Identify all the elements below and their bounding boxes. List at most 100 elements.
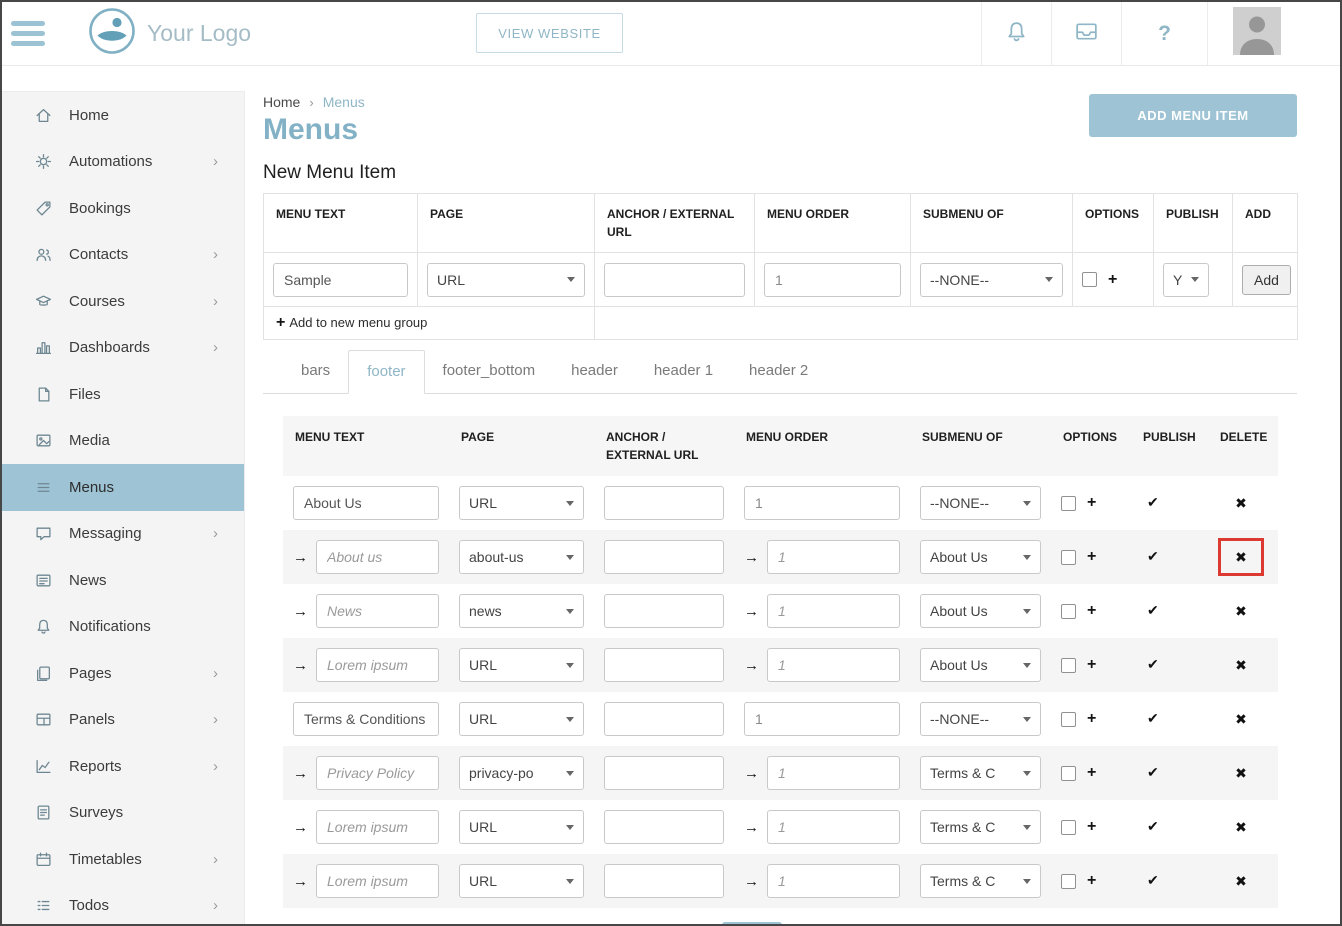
submenu-select[interactable]: About Us xyxy=(920,540,1041,574)
menu-text-input[interactable] xyxy=(316,540,439,574)
delete-button[interactable]: ✖ xyxy=(1218,646,1264,684)
delete-button[interactable]: ✖ xyxy=(1218,484,1264,522)
tab-bars[interactable]: bars xyxy=(283,350,348,393)
submenu-select[interactable]: About Us xyxy=(920,648,1041,682)
add-option-icon[interactable]: + xyxy=(1087,711,1096,727)
options-checkbox[interactable] xyxy=(1061,496,1076,511)
inbox-button[interactable] xyxy=(1051,2,1121,65)
page-select[interactable]: news xyxy=(459,594,584,628)
add-option-icon[interactable]: + xyxy=(1087,765,1096,781)
options-checkbox[interactable] xyxy=(1061,712,1076,727)
options-checkbox[interactable] xyxy=(1061,820,1076,835)
page-select[interactable]: URL xyxy=(459,648,584,682)
add-option-icon[interactable]: + xyxy=(1087,495,1096,511)
new-page-select[interactable]: URL xyxy=(427,263,585,297)
sidebar-item-dashboards[interactable]: Dashboards› xyxy=(2,325,244,372)
page-select[interactable]: URL xyxy=(459,810,584,844)
menu-order-input[interactable] xyxy=(744,702,900,736)
page-select[interactable]: URL xyxy=(459,702,584,736)
menu-order-input[interactable] xyxy=(767,864,900,898)
publish-check-icon[interactable]: ✔ xyxy=(1141,710,1159,727)
save-button[interactable]: Save xyxy=(722,922,782,924)
submenu-select[interactable]: Terms & C xyxy=(920,864,1041,898)
submenu-select[interactable]: --NONE-- xyxy=(920,702,1041,736)
menu-text-input[interactable] xyxy=(316,594,439,628)
menu-text-input[interactable] xyxy=(316,756,439,790)
hamburger-menu-icon[interactable] xyxy=(11,21,45,46)
submenu-select[interactable]: --NONE-- xyxy=(920,486,1041,520)
sidebar-item-bookings[interactable]: Bookings xyxy=(2,185,244,232)
menu-text-input[interactable] xyxy=(293,486,439,520)
anchor-input[interactable] xyxy=(604,648,724,682)
new-menu-text-input[interactable] xyxy=(273,263,408,297)
sidebar-item-panels[interactable]: Panels› xyxy=(2,697,244,744)
sidebar-item-todos[interactable]: Todos› xyxy=(2,883,244,925)
submenu-select[interactable]: Terms & C xyxy=(920,810,1041,844)
notifications-button[interactable] xyxy=(981,2,1051,65)
options-checkbox[interactable] xyxy=(1061,550,1076,565)
delete-button[interactable]: ✖ xyxy=(1218,700,1264,738)
publish-check-icon[interactable]: ✔ xyxy=(1141,494,1159,511)
sidebar-item-news[interactable]: News xyxy=(2,557,244,604)
publish-check-icon[interactable]: ✔ xyxy=(1141,602,1159,619)
publish-check-icon[interactable]: ✔ xyxy=(1141,656,1159,673)
options-checkbox[interactable] xyxy=(1061,658,1076,673)
add-to-new-menu-group-link[interactable]: Add to new menu group xyxy=(289,315,427,330)
anchor-input[interactable] xyxy=(604,756,724,790)
anchor-input[interactable] xyxy=(604,594,724,628)
sidebar-item-media[interactable]: Media xyxy=(2,418,244,465)
tab-footer[interactable]: footer xyxy=(348,350,424,394)
anchor-input[interactable] xyxy=(604,702,724,736)
add-row-button[interactable]: Add xyxy=(1242,265,1291,295)
menu-text-input[interactable] xyxy=(293,702,439,736)
sidebar-item-home[interactable]: Home xyxy=(2,92,244,139)
submenu-select[interactable]: Terms & C xyxy=(920,756,1041,790)
sidebar-item-surveys[interactable]: Surveys xyxy=(2,790,244,837)
delete-button[interactable]: ✖ xyxy=(1218,592,1264,630)
tab-header-1[interactable]: header 1 xyxy=(636,350,731,393)
sidebar-item-files[interactable]: Files xyxy=(2,371,244,418)
menu-order-input[interactable] xyxy=(767,540,900,574)
anchor-input[interactable] xyxy=(604,864,724,898)
delete-button[interactable]: ✖ xyxy=(1218,754,1264,792)
new-menu-order-input[interactable] xyxy=(764,263,901,297)
delete-button[interactable]: ✖ xyxy=(1218,862,1264,900)
sidebar-item-contacts[interactable]: Contacts› xyxy=(2,232,244,279)
publish-check-icon[interactable]: ✔ xyxy=(1141,764,1159,781)
sidebar-item-notifications[interactable]: Notifications xyxy=(2,604,244,651)
menu-order-input[interactable] xyxy=(767,810,900,844)
anchor-input[interactable] xyxy=(604,810,724,844)
menu-text-input[interactable] xyxy=(316,864,439,898)
logo-link[interactable]: Your Logo xyxy=(89,8,251,59)
sidebar-item-automations[interactable]: Automations› xyxy=(2,139,244,186)
add-option-icon[interactable]: + xyxy=(1087,819,1096,835)
publish-check-icon[interactable]: ✔ xyxy=(1141,818,1159,835)
publish-check-icon[interactable]: ✔ xyxy=(1141,548,1159,565)
submenu-select[interactable]: About Us xyxy=(920,594,1041,628)
sidebar-item-courses[interactable]: Courses› xyxy=(2,278,244,325)
new-submenu-select[interactable]: --NONE-- xyxy=(920,263,1063,297)
menu-order-input[interactable] xyxy=(767,756,900,790)
add-option-icon[interactable]: + xyxy=(1087,603,1096,619)
tab-header[interactable]: header xyxy=(553,350,636,393)
anchor-input[interactable] xyxy=(604,540,724,574)
new-anchor-input[interactable] xyxy=(604,263,745,297)
user-avatar[interactable] xyxy=(1207,2,1340,65)
page-select[interactable]: about-us xyxy=(459,540,584,574)
menu-order-input[interactable] xyxy=(744,486,900,520)
sidebar-item-menus[interactable]: Menus xyxy=(2,464,244,511)
page-select[interactable]: privacy-po xyxy=(459,756,584,790)
delete-button[interactable]: ✖ xyxy=(1218,538,1264,576)
menu-order-input[interactable] xyxy=(767,648,900,682)
options-checkbox[interactable] xyxy=(1061,874,1076,889)
breadcrumb-home[interactable]: Home xyxy=(263,94,300,110)
menu-text-input[interactable] xyxy=(316,810,439,844)
new-options-checkbox[interactable] xyxy=(1082,272,1097,287)
add-option-icon[interactable]: + xyxy=(1087,549,1096,565)
add-option-icon[interactable]: + xyxy=(1087,873,1096,889)
menu-text-input[interactable] xyxy=(316,648,439,682)
add-menu-item-button[interactable]: ADD MENU ITEM xyxy=(1089,94,1297,137)
menu-order-input[interactable] xyxy=(767,594,900,628)
tab-footer_bottom[interactable]: footer_bottom xyxy=(425,350,554,393)
publish-check-icon[interactable]: ✔ xyxy=(1141,872,1159,889)
